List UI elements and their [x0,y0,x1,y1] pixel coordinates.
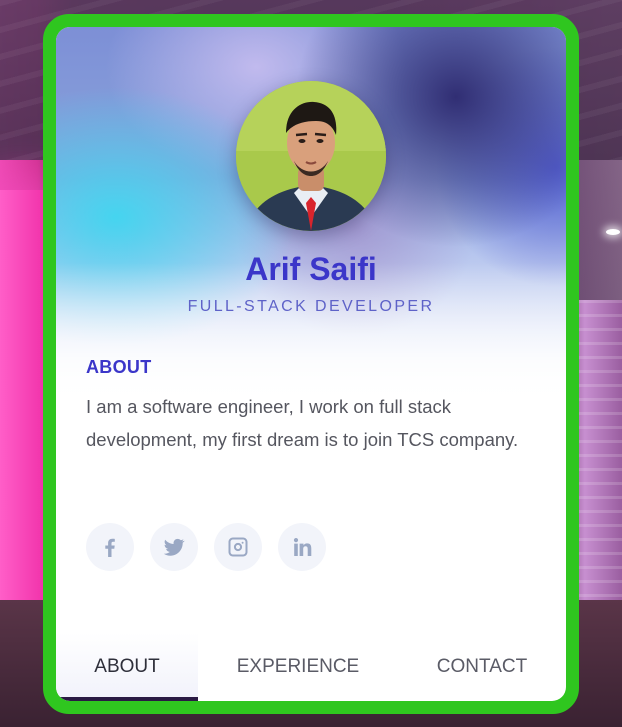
tab-contact[interactable]: CONTACT [398,633,566,701]
twitter-link[interactable] [150,523,198,571]
profile-title: FULL-STACK DEVELOPER [187,298,435,315]
background-neon-wall [0,190,48,630]
social-links [86,523,326,571]
linkedin-icon [293,538,312,556]
about-section: ABOUT I am a software engineer, I work o… [86,357,536,456]
tab-about[interactable]: ABOUT [56,633,198,701]
facebook-link[interactable] [86,523,134,571]
profile-name: Arif Saifi [245,251,377,287]
avatar [236,81,386,231]
linkedin-link[interactable] [278,523,326,571]
twitter-icon [163,538,185,556]
facebook-icon [105,538,115,557]
profile-card: Arif Saifi FULL-STACK DEVELOPER ABOUT I … [56,27,566,701]
instagram-icon [228,537,248,557]
tab-experience[interactable]: EXPERIENCE [198,633,398,701]
instagram-link[interactable] [214,523,262,571]
about-text: I am a software engineer, I work on full… [86,396,519,450]
background-ceiling-light [606,229,620,235]
about-heading: ABOUT [86,357,152,377]
tab-bar: ABOUT EXPERIENCE CONTACT [56,633,566,701]
avatar-photo [236,81,386,231]
